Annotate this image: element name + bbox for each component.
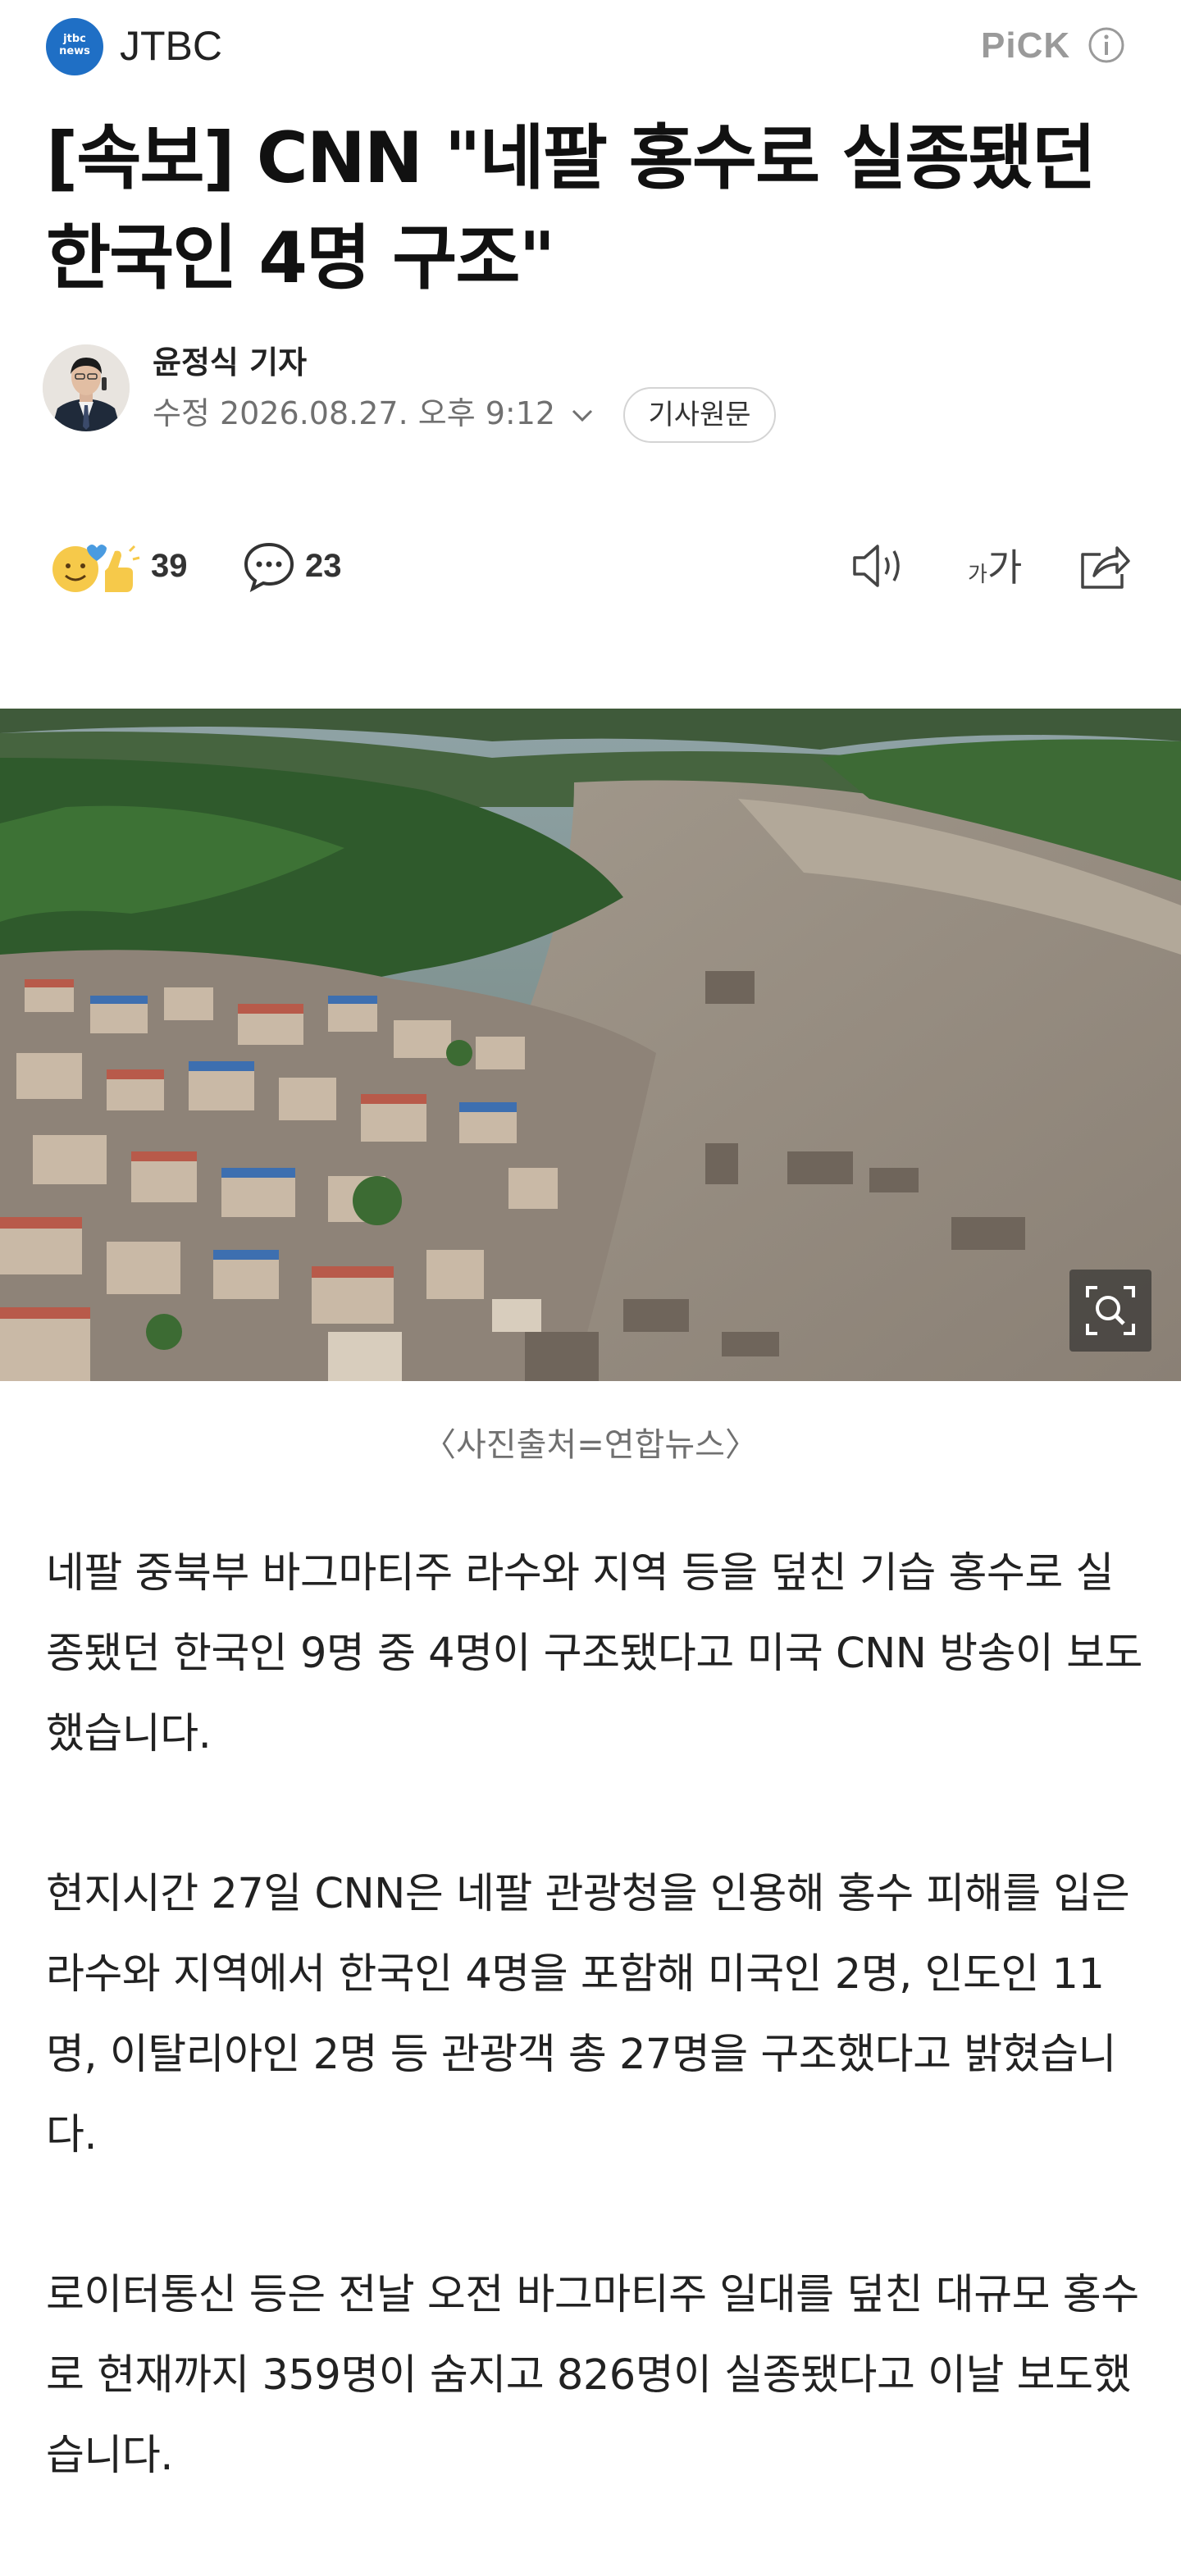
reaction-emoji-icon[interactable] <box>48 535 141 597</box>
body-paragraph: 네팔 중북부 바그마티주 라수와 지역 등을 덮친 기습 홍수로 실종됐던 한국… <box>46 1549 1142 1758</box>
reporter-name[interactable]: 윤정식 기자 <box>153 340 307 385</box>
reporter-avatar[interactable] <box>43 344 130 431</box>
modified-date[interactable]: 수정 2026.08.27. 오후 9:12 <box>153 390 595 436</box>
photo-caption: 〈사진출처=연합뉴스〉 <box>423 1426 758 1464</box>
modified-date-text: 수정 2026.08.27. 오후 9:12 <box>153 395 556 431</box>
font-size-large-label: 가 <box>987 545 1023 590</box>
comment-count[interactable]: 23 <box>305 541 342 590</box>
speaker-icon[interactable] <box>850 540 909 592</box>
article-action-bar: 39 23 가 가 <box>0 525 1181 607</box>
article-photo[interactable] <box>0 709 1181 1381</box>
jtbc-logo[interactable]: jtbc news <box>46 18 103 75</box>
body-paragraph: 현지시간 27일 CNN은 네팔 관광청을 인용해 홍수 피해를 입은라수와 지… <box>46 1870 1130 2159</box>
info-icon[interactable] <box>1088 26 1125 64</box>
font-size-small-label: 가 <box>968 563 987 587</box>
comment-icon[interactable] <box>243 540 295 592</box>
flood-aerial-image <box>0 709 1181 1381</box>
reporter-photo <box>43 344 130 431</box>
top-header: jtbc news JTBC PiCK <box>0 0 1181 92</box>
font-size-button[interactable]: 가 가 <box>963 536 1037 595</box>
body-paragraph: 로이터통신 등은 전날 오전 바그마티주 일대를 덮친 대규모 홍수로 현재까지… <box>46 2271 1139 2480</box>
photo-zoom-button[interactable] <box>1069 1270 1151 1352</box>
original-article-button[interactable]: 기사원문 <box>623 387 776 443</box>
jtbc-logo-text: jtbc news <box>59 33 90 57</box>
pick-label: PiCK <box>981 25 1071 66</box>
chevron-down-icon <box>572 409 593 422</box>
share-icon[interactable] <box>1076 538 1132 592</box>
reaction-count: 39 <box>151 548 188 584</box>
zoom-search-icon <box>1086 1286 1135 1335</box>
article-body: 네팔 중북부 바그마티주 라수와 지역 등을 덮친 기습 홍수로 실종됐던 한국… <box>46 1534 1148 2576</box>
article-headline: [속보] CNN "네팔 홍수로 실종됐던 한국인 4명 구조" <box>46 117 1097 299</box>
press-name[interactable]: JTBC <box>120 16 222 75</box>
